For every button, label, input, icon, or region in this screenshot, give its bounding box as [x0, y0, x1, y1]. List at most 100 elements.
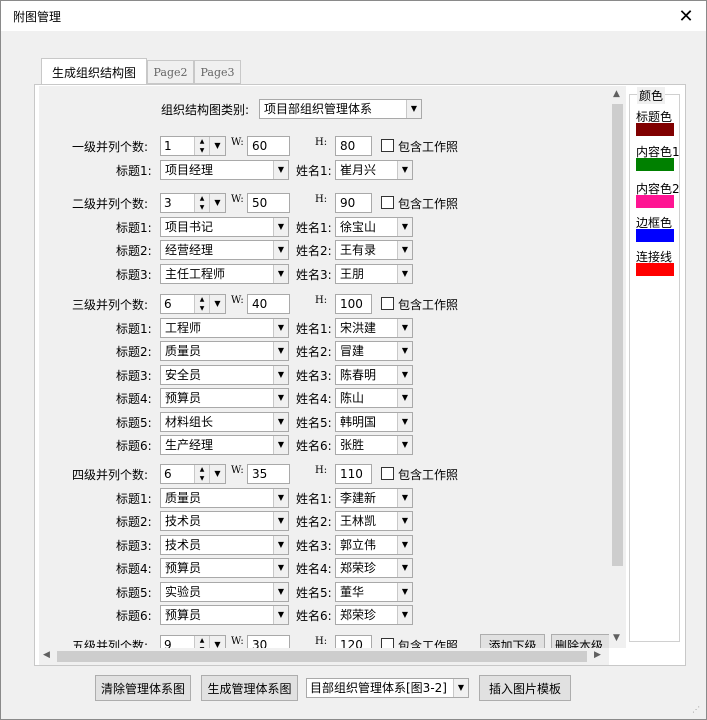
width-input[interactable]: 35	[247, 464, 290, 484]
generate-system-chart-button[interactable]: 生成管理体系图	[201, 675, 298, 701]
horizontal-scrollbar[interactable]: ◀ ▶	[39, 648, 609, 665]
resize-grip-icon[interactable]: ⋰	[692, 705, 704, 717]
name-select[interactable]: 徐宝山 ▼	[335, 216, 413, 237]
vertical-scrollbar[interactable]: ▲ ▼	[609, 86, 626, 648]
tab-generate-org-chart[interactable]: 生成组织结构图	[41, 58, 147, 85]
button-label: 生成管理体系图	[207, 681, 292, 696]
title-select[interactable]: 实验员 ▼	[160, 581, 289, 602]
title-select[interactable]: 质量员 ▼	[160, 341, 289, 361]
name-select[interactable]: 宋洪建 ▼	[335, 317, 413, 338]
scroll-right-icon[interactable]: ▶	[594, 650, 601, 660]
height-input[interactable]: 110	[335, 464, 372, 484]
connector-color-swatch[interactable]	[636, 263, 674, 276]
height-input[interactable]: 90	[335, 193, 372, 213]
width-input[interactable]: 30	[247, 635, 290, 648]
name-select[interactable]: 董华 ▼	[335, 581, 413, 602]
name-select[interactable]: 王有录 ▼	[335, 240, 413, 260]
scroll-thumb[interactable]	[57, 651, 587, 662]
include-photo-checkbox[interactable]	[381, 196, 394, 209]
height-label: H:	[315, 295, 328, 306]
height-value: 100	[340, 297, 363, 311]
title-select[interactable]: 质量员 ▼	[160, 487, 289, 508]
name-select[interactable]: 王林凯 ▼	[335, 511, 413, 531]
title-color-swatch[interactable]	[636, 123, 674, 136]
title-select[interactable]: 主任工程师 ▼	[160, 263, 289, 284]
tab-page3[interactable]: Page3	[194, 60, 241, 84]
chart-type-select[interactable]: 项目部组织管理体系 ▼	[259, 99, 422, 119]
title-select[interactable]: 技术员 ▼	[160, 511, 289, 531]
color-group	[629, 94, 680, 642]
name-select[interactable]: 陈春明 ▼	[335, 364, 413, 385]
delete-level-button[interactable]: 删除本级	[551, 634, 609, 648]
chevron-down-icon[interactable]: ▼	[195, 304, 209, 313]
chevron-down-icon[interactable]: ▼	[195, 203, 209, 212]
stepper-arrows[interactable]: ▲▼	[194, 137, 209, 155]
chevron-down-icon: ▼	[397, 606, 412, 624]
title-select[interactable]: 材料组长 ▼	[160, 411, 289, 432]
title-select[interactable]: 预算员 ▼	[160, 558, 289, 578]
include-photo-checkbox[interactable]	[381, 297, 394, 310]
content-color2-swatch[interactable]	[636, 195, 674, 208]
chevron-down-icon[interactable]: ▼	[209, 636, 225, 648]
name-select[interactable]: 韩明国 ▼	[335, 411, 413, 432]
name-select[interactable]: 崔月兴 ▼	[335, 159, 413, 180]
width-input[interactable]: 60	[247, 136, 290, 156]
title-select[interactable]: 生产经理 ▼	[160, 435, 289, 455]
width-value: 35	[252, 467, 268, 481]
border-color-swatch[interactable]	[636, 229, 674, 242]
title-select[interactable]: 项目书记 ▼	[160, 216, 289, 237]
add-sublevel-button[interactable]: 添加下级	[480, 634, 545, 648]
scroll-thumb[interactable]	[612, 104, 623, 566]
scroll-up-icon[interactable]: ▲	[613, 89, 620, 99]
name-select[interactable]: 陈山 ▼	[335, 388, 413, 408]
template-select[interactable]: 目部组织管理体系[图3-2] ▼	[306, 678, 469, 698]
level-count-stepper[interactable]: 3 ▲ ▼ ▼	[160, 193, 226, 213]
name-label: 姓名1:	[296, 163, 332, 178]
chevron-down-icon[interactable]: ▼	[195, 146, 209, 155]
title-select[interactable]: 项目经理 ▼	[160, 159, 289, 180]
width-input[interactable]: 40	[247, 294, 290, 314]
stepper-arrows[interactable]: ▲▼	[194, 465, 209, 483]
height-input[interactable]: 80	[335, 136, 372, 156]
level-count-stepper[interactable]: 9 ▲▼ ▼	[160, 635, 226, 648]
title-select[interactable]: 经营经理 ▼	[160, 240, 289, 260]
title-select[interactable]: 预算员 ▼	[160, 605, 289, 625]
clear-system-chart-button[interactable]: 清除管理体系图	[95, 675, 191, 701]
content-color1-swatch[interactable]	[636, 158, 674, 171]
chevron-down-icon[interactable]: ▼	[209, 137, 225, 155]
scroll-left-icon[interactable]: ◀	[43, 650, 50, 660]
chevron-down-icon[interactable]: ▼	[209, 194, 225, 212]
include-photo-checkbox[interactable]	[381, 638, 394, 648]
title-select[interactable]: 工程师 ▼	[160, 317, 289, 338]
close-button[interactable]: ✕	[671, 3, 701, 29]
name-select[interactable]: 张胜 ▼	[335, 435, 413, 455]
name-select[interactable]: 李建新 ▼	[335, 487, 413, 508]
name-select[interactable]: 郑荣珍 ▼	[335, 558, 413, 578]
chevron-down-icon[interactable]: ▼	[209, 465, 225, 483]
scroll-down-icon[interactable]: ▼	[613, 633, 620, 643]
title-select[interactable]: 安全员 ▼	[160, 364, 289, 385]
stepper-arrows[interactable]: ▲▼	[194, 636, 209, 648]
level-count-stepper[interactable]: 6 ▲ ▼ ▼	[160, 464, 226, 484]
level-count-label: 一级并列个数:	[72, 140, 149, 154]
level-count-stepper[interactable]: 6 ▲ ▼ ▼	[160, 294, 226, 314]
name-select[interactable]: 郭立伟 ▼	[335, 534, 413, 555]
chevron-down-icon[interactable]: ▼	[209, 295, 225, 313]
title-select[interactable]: 技术员 ▼	[160, 534, 289, 555]
name-value: 陈春明	[340, 367, 377, 382]
height-input[interactable]: 100	[335, 294, 372, 314]
stepper-arrows[interactable]: ▲▼	[194, 295, 209, 313]
stepper-arrows[interactable]: ▲▼	[194, 194, 209, 212]
tab-page2[interactable]: Page2	[147, 60, 194, 84]
name-select[interactable]: 郑荣珍 ▼	[335, 605, 413, 625]
height-input[interactable]: 120	[335, 635, 372, 648]
name-select[interactable]: 冒建 ▼	[335, 341, 413, 361]
include-photo-checkbox[interactable]	[381, 467, 394, 480]
insert-image-template-button[interactable]: 插入图片模板	[479, 675, 571, 701]
name-select[interactable]: 王朋 ▼	[335, 263, 413, 284]
level-count-stepper[interactable]: 1 ▲ ▼ ▼	[160, 136, 226, 156]
chevron-down-icon[interactable]: ▼	[195, 474, 209, 483]
title-select[interactable]: 预算员 ▼	[160, 388, 289, 408]
include-photo-checkbox[interactable]	[381, 139, 394, 152]
width-input[interactable]: 50	[247, 193, 290, 213]
